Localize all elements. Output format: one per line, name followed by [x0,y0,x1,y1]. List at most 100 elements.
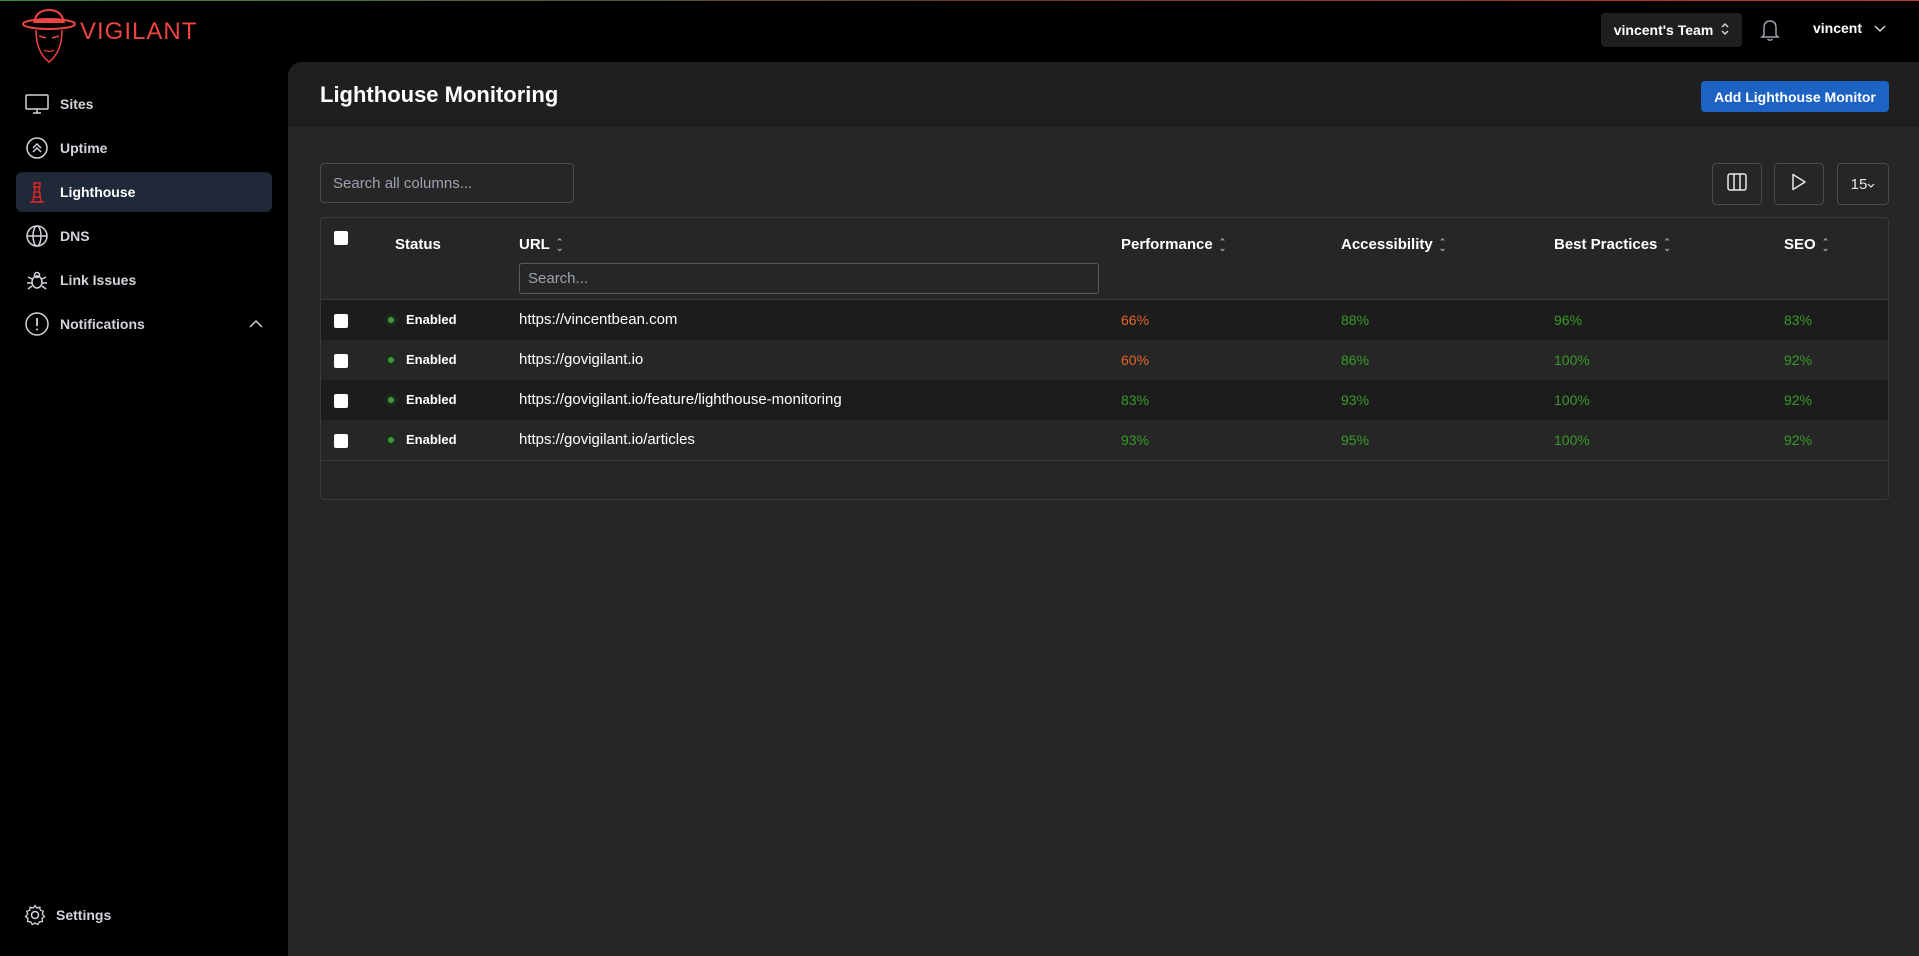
gear-icon [24,904,46,926]
app-logo[interactable]: VIGILANT [22,8,197,66]
seo-score: 92% [1784,432,1813,448]
status-dot-icon [385,433,397,446]
column-header-accessibility[interactable]: Accessibility ⌃ ⌄ [1341,236,1446,253]
column-label: SEO [1784,236,1816,253]
page-size-select[interactable]: 15 [1837,163,1889,205]
best-practices-score: 100% [1554,432,1590,448]
seo-score: 83% [1784,312,1813,328]
sidebar-item-label: Link Issues [60,272,137,288]
select-all-checkbox[interactable] [334,231,348,245]
page-header: Lighthouse Monitoring Add Lighthouse Mon… [288,62,1919,127]
row-checkbox[interactable] [334,314,348,328]
sidebar-item-uptime[interactable]: Uptime [16,128,272,168]
page-title: Lighthouse Monitoring [320,82,559,107]
play-icon [1791,173,1807,195]
best-practices-score: 100% [1554,392,1590,408]
search-all-input[interactable] [320,163,574,203]
sidebar-item-link-issues[interactable]: Link Issues [16,260,272,300]
column-header-best-practices[interactable]: Best Practices ⌃ ⌄ [1554,236,1671,253]
performance-score: 93% [1121,432,1150,448]
accessibility-score: 93% [1341,392,1370,408]
accessibility-score: 88% [1341,312,1370,328]
column-header-url[interactable]: URL ⌃ ⌄ [519,236,563,253]
sidebar-item-label: Sites [60,96,94,112]
column-label: Status [395,236,441,253]
table-footer-divider [321,460,1888,461]
status-cell: Enabled [385,392,457,407]
user-name: vincent [1813,20,1863,36]
performance-score: 60% [1121,352,1150,368]
row-checkbox[interactable] [334,394,348,408]
add-lighthouse-monitor-button[interactable]: Add Lighthouse Monitor [1701,81,1889,112]
row-checkbox[interactable] [334,434,348,448]
table-row[interactable]: Enabled https://govigilant.io/articles 9… [321,420,1888,460]
url-link[interactable]: https://govigilant.io/articles [519,431,695,448]
accessibility-score: 95% [1341,432,1370,448]
status-dot-icon [385,313,397,326]
sidebar-item-notifications[interactable]: Notifications [16,304,272,344]
status-cell: Enabled [385,352,457,367]
columns-icon [1727,173,1747,195]
url-link[interactable]: https://govigilant.io [519,351,643,368]
column-label: Performance [1121,236,1213,253]
sort-icon: ⌃ ⌄ [1663,236,1671,253]
columns-toggle-button[interactable] [1712,163,1762,205]
column-header-performance[interactable]: Performance ⌃ ⌄ [1121,236,1226,253]
user-menu[interactable]: vincent [1813,20,1886,36]
chevron-up-icon[interactable] [248,316,264,332]
bug-icon [24,267,50,293]
lighthouse-icon [24,179,50,205]
status-label: Enabled [406,392,457,407]
top-accent-line [0,0,1919,1]
performance-score: 66% [1121,312,1150,328]
accessibility-score: 86% [1341,352,1370,368]
chevron-down-icon [1867,176,1875,193]
settings-label: Settings [56,907,112,923]
spy-hat-logo-icon [22,8,76,63]
lighthouse-table: Status URL ⌃ ⌄ Performance ⌃ ⌄ Accessibili… [320,217,1889,500]
seo-score: 92% [1784,392,1813,408]
column-header-seo[interactable]: SEO ⌃ ⌄ [1784,236,1829,253]
team-name: vincent's Team [1613,22,1714,38]
team-switcher[interactable]: vincent's Team [1601,13,1742,47]
sidebar-item-settings[interactable]: Settings [24,904,111,926]
table-row[interactable]: Enabled https://govigilant.io/feature/li… [321,380,1888,420]
row-checkbox[interactable] [334,354,348,368]
sidebar-item-dns[interactable]: DNS [16,216,272,256]
sort-icon: ⌃ ⌄ [1438,236,1447,253]
globe-icon [24,223,50,249]
best-practices-score: 100% [1554,352,1590,368]
chevrons-up-circle-icon [24,135,50,161]
status-dot-icon [385,393,397,406]
column-label: Accessibility [1341,236,1433,253]
sort-icon: ⌃ ⌄ [1821,236,1830,253]
status-cell: Enabled [385,312,457,327]
sidebar-item-sites[interactable]: Sites [16,84,272,124]
table-row[interactable]: Enabled https://vincentbean.com 66% 88% … [321,300,1888,340]
url-link[interactable]: https://govigilant.io/feature/lighthouse… [519,391,842,408]
run-button[interactable] [1774,163,1824,205]
bell-icon[interactable] [1759,18,1781,47]
monitor-icon [24,91,50,117]
sidebar-item-label: DNS [60,228,90,244]
table-row[interactable]: Enabled https://govigilant.io 60% 86% 10… [321,340,1888,380]
performance-score: 83% [1121,392,1150,408]
main-panel: Lighthouse Monitoring Add Lighthouse Mon… [288,62,1919,956]
sort-icon: ⌃ ⌄ [1218,236,1227,253]
url-link[interactable]: https://vincentbean.com [519,311,677,328]
best-practices-score: 96% [1554,312,1583,328]
status-label: Enabled [406,432,457,447]
column-header-status[interactable]: Status [395,236,441,253]
status-cell: Enabled [385,432,457,447]
status-label: Enabled [406,312,457,327]
sidebar-nav: Sites Uptime Lighthouse DNS Link Issues … [16,84,272,348]
table-header: Status URL ⌃ ⌄ Performance ⌃ ⌄ Accessibili… [321,218,1888,300]
sidebar-item-label: Lighthouse [60,184,136,200]
app-name: VIGILANT [80,18,198,45]
status-dot-icon [385,353,397,366]
status-label: Enabled [406,352,457,367]
url-column-search-input[interactable] [519,263,1099,294]
column-label: URL [519,236,550,253]
sidebar-item-lighthouse[interactable]: Lighthouse [16,172,272,212]
page-size-value: 15 [1850,175,1868,193]
